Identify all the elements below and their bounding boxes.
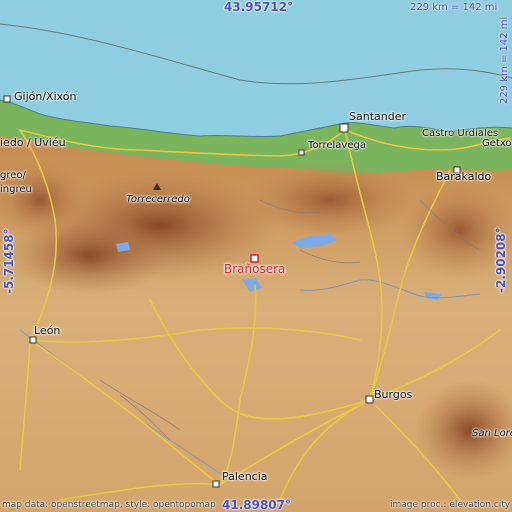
attribution-right: image proc.: elevation.city bbox=[390, 500, 511, 510]
vertical-scale-label: 229 km = 142 mi bbox=[499, 16, 510, 104]
attribution-left: map data: openstreetmap, style: opentopo… bbox=[2, 500, 216, 510]
top-latitude-label: 43.95712° bbox=[224, 0, 294, 14]
place-label-leon: León bbox=[34, 324, 61, 337]
place-label-mieres: ingreu bbox=[0, 184, 32, 195]
target-place-label[interactable]: Brañosera bbox=[224, 262, 285, 276]
mountain-shade bbox=[240, 160, 420, 240]
place-label-gijon: Gijón/Xixón bbox=[14, 90, 77, 103]
place-label-san-lorenzo: San Lore bbox=[472, 428, 512, 439]
target-marker[interactable] bbox=[250, 254, 259, 263]
right-longitude-label: -2.90208° bbox=[494, 227, 508, 293]
place-label-torrecerredo: Torrecerredo bbox=[126, 194, 190, 205]
bottom-latitude-label: 41.89807° bbox=[222, 498, 292, 512]
place-label-santander: Santander bbox=[349, 110, 406, 123]
topographic-map[interactable] bbox=[0, 0, 512, 512]
place-label-oviedo: iedo / Uviéu bbox=[0, 136, 66, 149]
place-label-burgos: Burgos bbox=[374, 388, 413, 401]
place-label-langreo: greo/ bbox=[0, 170, 26, 181]
left-longitude-label: -5.71458° bbox=[2, 228, 16, 294]
place-label-palencia: Palencia bbox=[222, 470, 268, 483]
horizontal-scale-label: 229 km = 142 mi bbox=[410, 2, 498, 13]
sea bbox=[0, 0, 512, 137]
place-label-torrelavega: Torrelavega bbox=[308, 140, 366, 151]
place-label-getxo: Getxo bbox=[482, 138, 512, 149]
place-label-barakaldo: Barakaldo bbox=[436, 170, 492, 183]
